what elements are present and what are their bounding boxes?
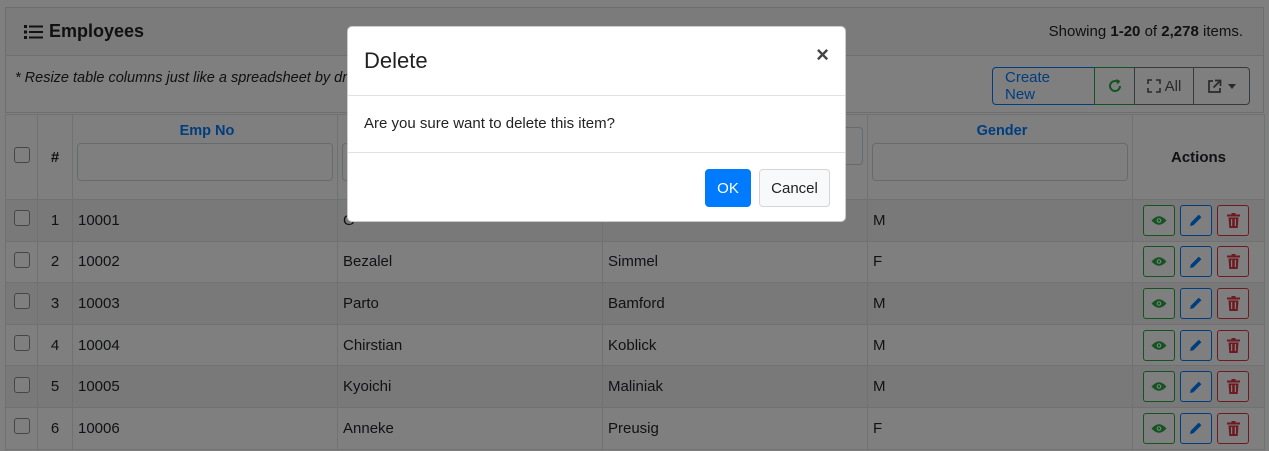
dialog-body: Are you sure want to delete this item? bbox=[348, 96, 845, 153]
ok-button[interactable]: OK bbox=[705, 169, 751, 207]
dialog-message: Are you sure want to delete this item? bbox=[364, 115, 615, 132]
delete-dialog: Delete × Are you sure want to delete thi… bbox=[347, 26, 846, 222]
dialog-footer: OK Cancel bbox=[348, 153, 845, 223]
dialog-header: Delete × bbox=[348, 27, 845, 96]
cancel-button[interactable]: Cancel bbox=[759, 169, 830, 207]
close-icon[interactable]: × bbox=[816, 44, 829, 66]
employees-page: Employees Showing 1-20 of 2,278 items. *… bbox=[0, 0, 1269, 451]
dialog-title: Delete bbox=[364, 48, 428, 73]
